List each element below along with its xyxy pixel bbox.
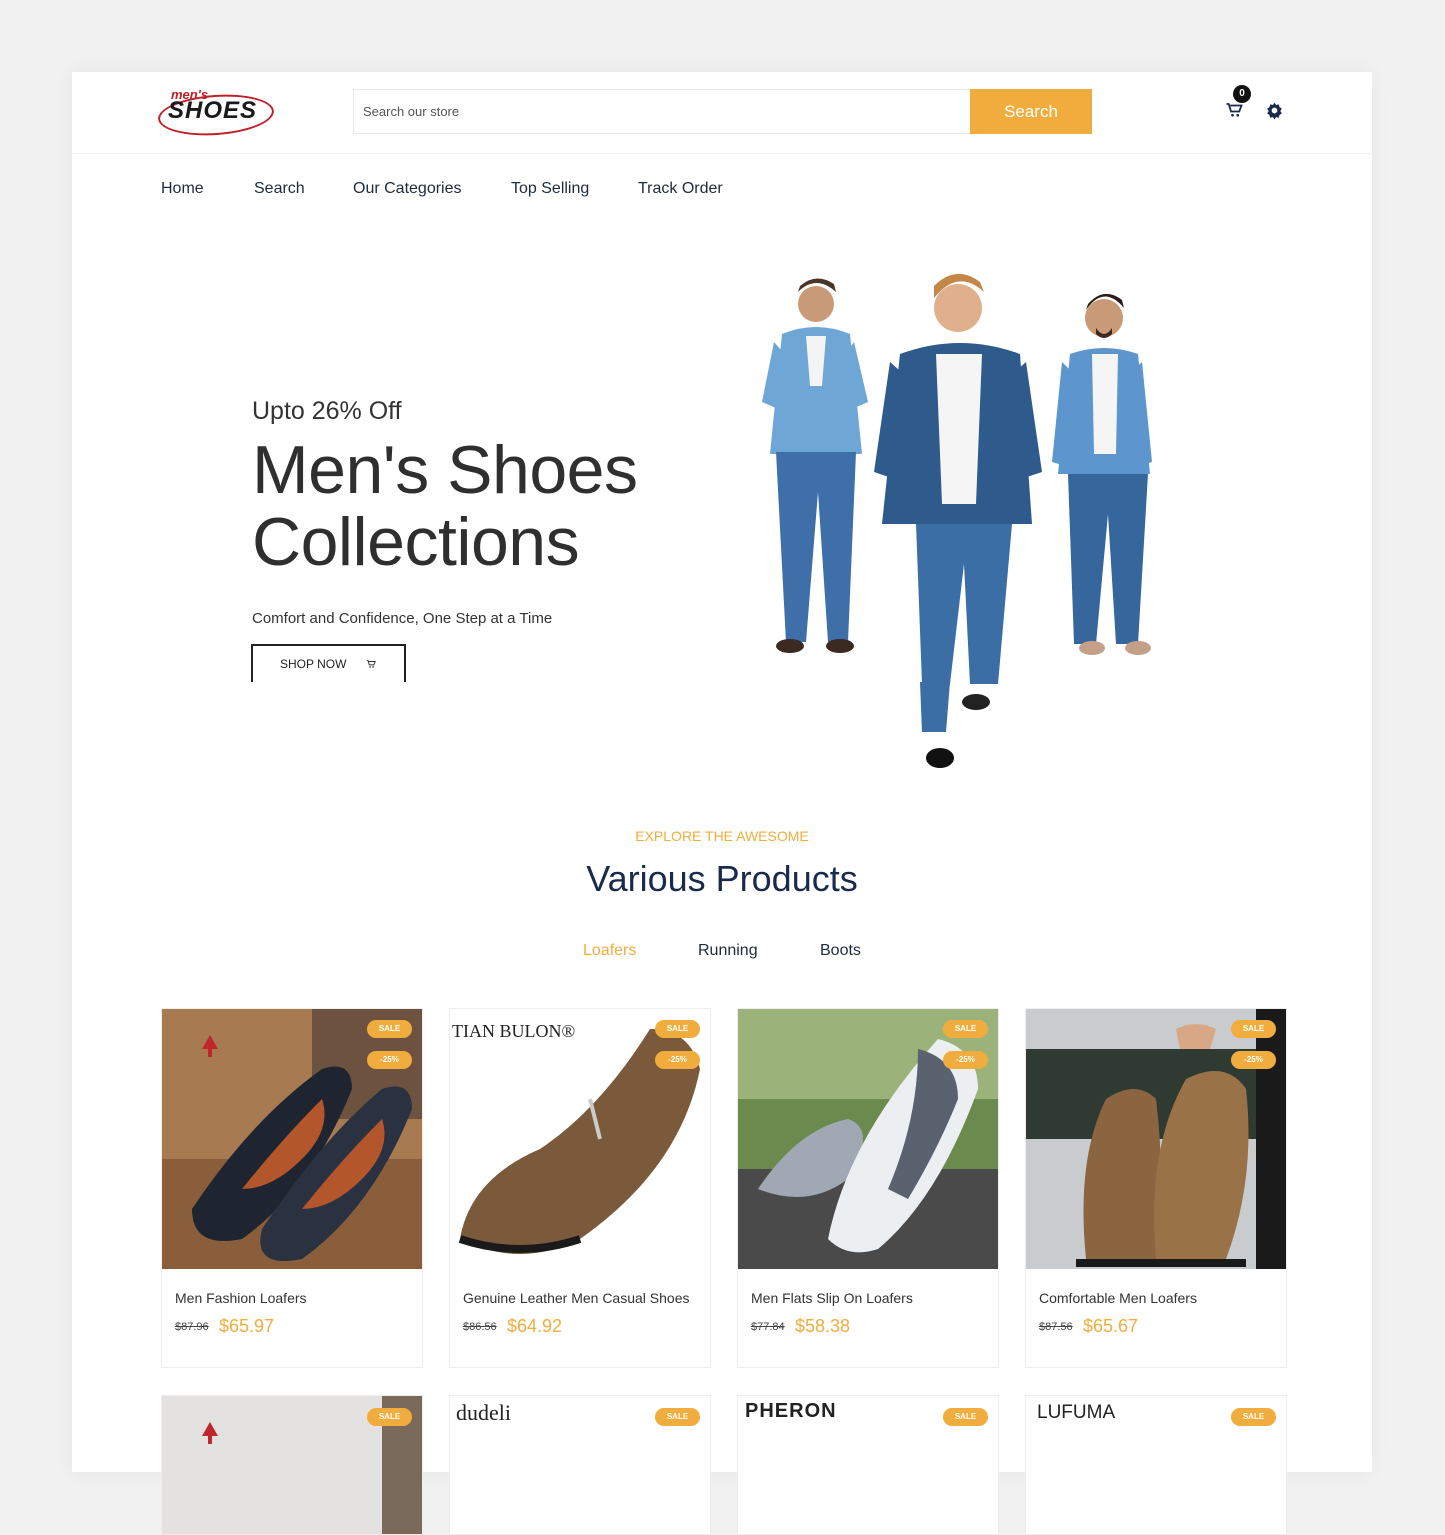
search-input[interactable] [353, 89, 971, 134]
product-name[interactable]: Genuine Leather Men Casual Shoes [463, 1290, 689, 1306]
search-button[interactable]: Search [970, 89, 1092, 134]
sale-badge: SALE [655, 1020, 700, 1038]
section-eyebrow: EXPLORE THE AWESOME [635, 828, 809, 844]
product-brand: dudeli [456, 1400, 511, 1425]
hero-image [762, 273, 1152, 768]
section-title: Various Products [586, 858, 858, 899]
nav-item-home[interactable]: Home [161, 180, 204, 198]
product-brand: LUFUMA [1037, 1402, 1116, 1423]
sale-badge: SALE [655, 1408, 700, 1426]
product-card[interactable]: SALE -25% Men Fashion Loafers $87.96 $65… [161, 1008, 423, 1368]
product-card[interactable]: SALE [161, 1395, 423, 1535]
shop-now-button[interactable]: SHOP NOW [251, 644, 406, 682]
settings-button[interactable] [1265, 101, 1284, 120]
discount-badge: -25% [1231, 1051, 1276, 1069]
sale-price: $65.97 [219, 1316, 275, 1336]
sale-badge: SALE [1231, 1020, 1276, 1038]
old-price: $87.96 [175, 1321, 209, 1333]
cart-icon [367, 660, 377, 668]
product-name[interactable]: Men Flats Slip On Loafers [751, 1290, 913, 1306]
sale-badge: SALE [367, 1020, 412, 1038]
discount-badge: -25% [943, 1051, 988, 1069]
nav-item-top-selling[interactable]: Top Selling [511, 180, 589, 198]
shop-now-label: SHOP NOW [280, 657, 347, 671]
search-bar: Search [353, 89, 1092, 134]
sale-price: $58.38 [795, 1316, 851, 1336]
product-card[interactable]: LUFUMA SALE [1025, 1395, 1287, 1535]
old-price: $87.56 [1039, 1321, 1073, 1333]
header-divider [72, 153, 1372, 154]
product-name[interactable]: Men Fashion Loafers [175, 1290, 307, 1306]
nav-item-track-order[interactable]: Track Order [638, 180, 723, 198]
product-card[interactable]: TIAN BULON® SALE -25% Genuine Leather Me… [449, 1008, 711, 1368]
cart-button[interactable]: 0 [1225, 85, 1251, 121]
product-brand: TIAN BULON® [452, 1021, 576, 1041]
hero-tagline: Comfort and Confidence, One Step at a Ti… [252, 610, 553, 627]
product-image [450, 1009, 710, 1269]
product-card[interactable]: SALE -25% Men Flats Slip On Loafers $77.… [737, 1008, 999, 1368]
sale-badge: SALE [1231, 1408, 1276, 1426]
hero-title: Men's Shoes Collections [252, 432, 638, 580]
sale-price: $64.92 [507, 1316, 563, 1336]
product-image [1026, 1009, 1286, 1269]
nav-item-search[interactable]: Search [254, 180, 305, 198]
product-card[interactable]: SALE -25% Comfortable Men Loafers $87.56… [1025, 1008, 1287, 1368]
sale-badge: SALE [943, 1408, 988, 1426]
cart-icon [1226, 103, 1243, 117]
nav-item-categories[interactable]: Our Categories [353, 180, 462, 198]
discount-badge: -25% [367, 1051, 412, 1069]
gear-icon [1267, 102, 1282, 120]
sale-badge: SALE [943, 1020, 988, 1038]
product-image [162, 1009, 422, 1269]
page-container: men's SHOES Search 0 Home Search Our Cat… [72, 72, 1372, 1535]
product-card[interactable]: PHERON SALE [737, 1395, 999, 1535]
product-brand: PHERON [745, 1400, 837, 1422]
sale-badge: SALE [367, 1408, 412, 1426]
product-card[interactable]: dudeli SALE [449, 1395, 711, 1535]
tab-running[interactable]: Running [698, 942, 758, 960]
logo-main-text: SHOES [168, 97, 258, 124]
old-price: $77.84 [751, 1321, 785, 1333]
product-name[interactable]: Comfortable Men Loafers [1039, 1290, 1197, 1306]
hero-subtitle: Upto 26% Off [252, 397, 402, 425]
old-price: $86.56 [463, 1321, 497, 1333]
tab-loafers[interactable]: Loafers [583, 942, 636, 960]
hero-title-line2: Collections [252, 504, 580, 580]
hero-title-line1: Men's Shoes [252, 432, 638, 508]
product-image [738, 1009, 998, 1269]
discount-badge: -25% [655, 1051, 700, 1069]
tab-boots[interactable]: Boots [820, 942, 861, 960]
cart-count-badge: 0 [1233, 85, 1251, 103]
logo[interactable]: men's SHOES [156, 85, 288, 141]
sale-price: $65.67 [1083, 1316, 1139, 1336]
